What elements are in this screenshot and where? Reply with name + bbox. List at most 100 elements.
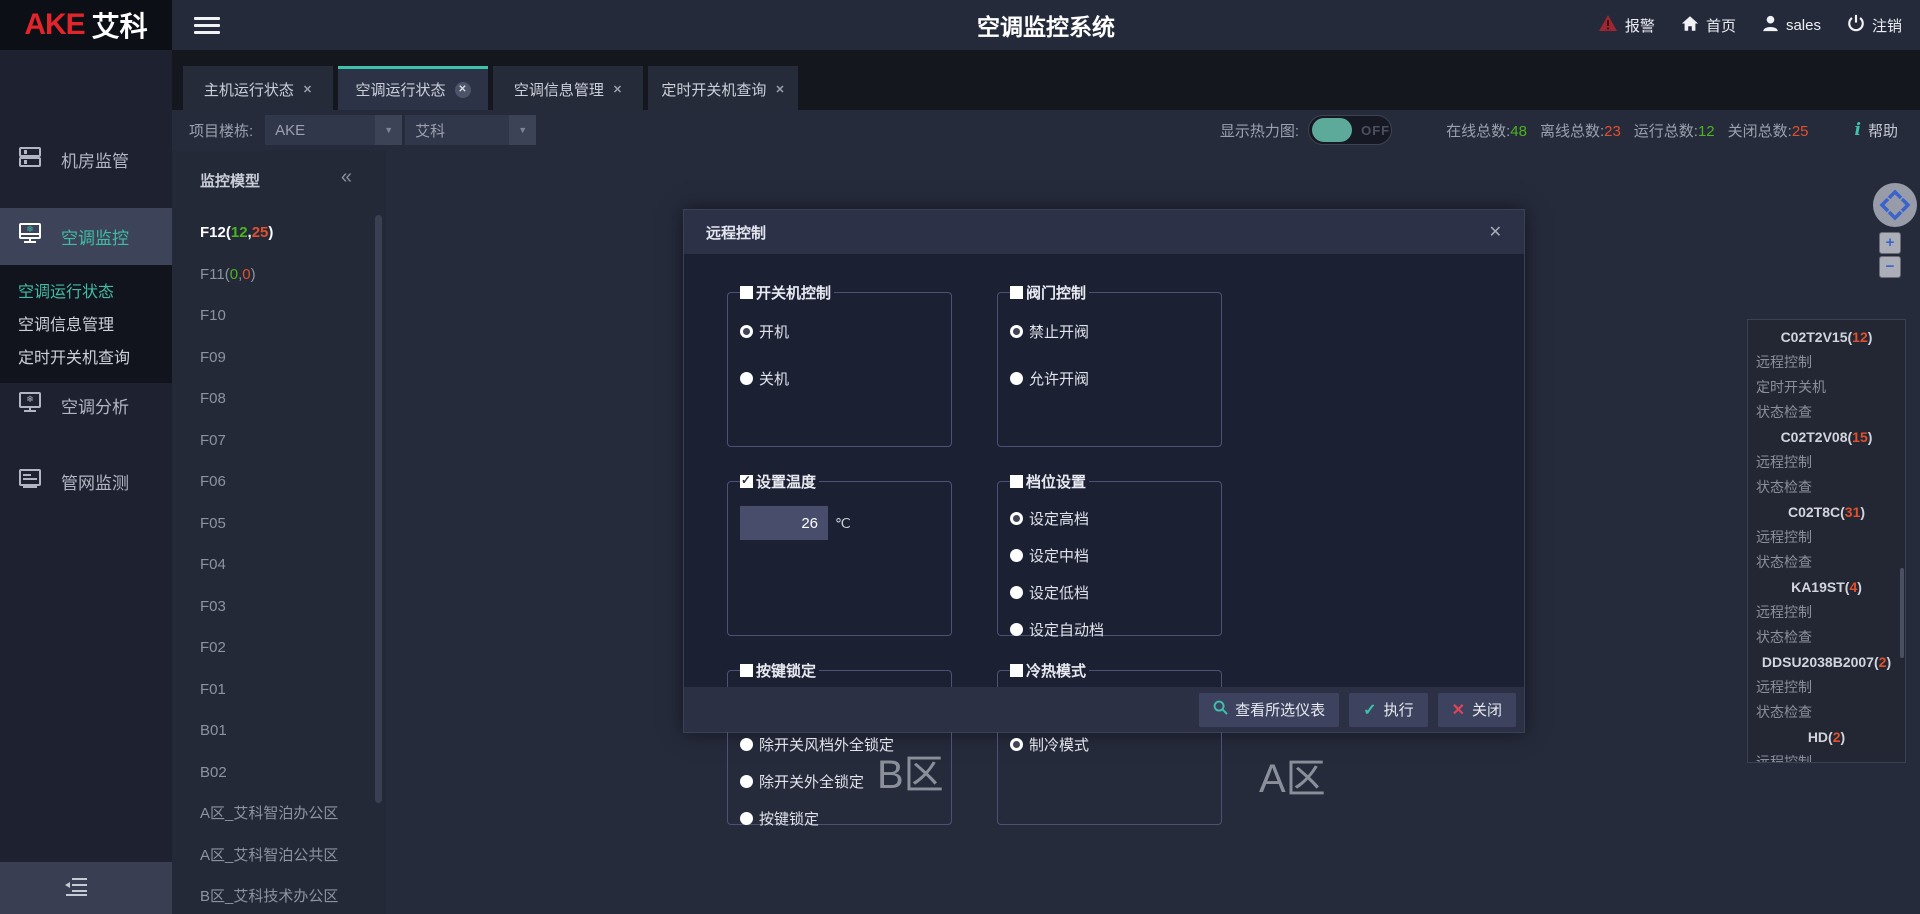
radio-icon[interactable]: [1010, 623, 1023, 636]
tab-ac-running-status[interactable]: 空调运行状态 ✕: [338, 66, 488, 110]
group-checkbox[interactable]: [1010, 475, 1023, 488]
floor-item-f08[interactable]: F08: [172, 378, 386, 420]
floor-item-f02[interactable]: F02: [172, 627, 386, 669]
floor-item-f11[interactable]: F11(0,0): [172, 254, 386, 296]
radio-valve-forbid[interactable]: 禁止开阀: [1010, 321, 1211, 342]
radio-power-on[interactable]: 开机: [740, 321, 941, 342]
floor-item-bzone-tech[interactable]: B区_艾科技术办公区: [172, 876, 386, 914]
radio-icon[interactable]: [740, 372, 753, 385]
sidebar-item-pipe-network[interactable]: 管网监测: [0, 451, 172, 511]
radio-speed-high[interactable]: 设定高档: [1010, 508, 1211, 529]
tab-host-running-status[interactable]: 主机运行状态 ✕: [183, 66, 333, 110]
tab-ac-info-management[interactable]: 空调信息管理 ✕: [493, 66, 643, 110]
device-link-status-check[interactable]: 状态检查: [1748, 550, 1905, 575]
close-icon[interactable]: ✕: [1489, 222, 1502, 242]
radio-speed-auto[interactable]: 设定自动档: [1010, 619, 1211, 640]
radio-speed-mid[interactable]: 设定中档: [1010, 545, 1211, 566]
radio-icon[interactable]: [740, 775, 753, 788]
group-checkbox[interactable]: [1010, 286, 1023, 299]
project-dropdown-value: AKE: [265, 122, 305, 139]
radio-icon[interactable]: [1010, 549, 1023, 562]
floor-item-f04[interactable]: F04: [172, 544, 386, 586]
submenu-item-ac-info-management[interactable]: 空调信息管理: [0, 309, 172, 342]
radio-valve-allow[interactable]: 允许开阀: [1010, 368, 1211, 389]
floor-item-azone-public[interactable]: A区_艾科智泊公共区: [172, 835, 386, 877]
zoom-out-button[interactable]: −: [1879, 256, 1901, 278]
hamburger-menu-icon[interactable]: [194, 13, 220, 38]
help-button[interactable]: i 帮助: [1855, 120, 1898, 141]
collapse-menu-icon[interactable]: [64, 876, 88, 901]
device-link-remote-control[interactable]: 远程控制: [1748, 675, 1905, 700]
device-link-status-check[interactable]: 状态检查: [1748, 400, 1905, 425]
device-link-remote-control[interactable]: 远程控制: [1748, 750, 1905, 763]
radio-icon[interactable]: [1010, 738, 1023, 751]
group-checkbox[interactable]: [740, 664, 753, 677]
device-link-status-check[interactable]: 状态检查: [1748, 700, 1905, 725]
logout-button[interactable]: 注销: [1847, 14, 1902, 36]
tab-close-icon[interactable]: ✕: [303, 83, 312, 96]
floor-item-f05[interactable]: F05: [172, 503, 386, 545]
device-link-remote-control[interactable]: 远程控制: [1748, 525, 1905, 550]
view-selected-meters-button[interactable]: 查看所选仪表: [1199, 693, 1339, 727]
user-button[interactable]: sales: [1762, 15, 1821, 36]
tab-close-icon[interactable]: ✕: [775, 83, 784, 96]
floor-scrollbar[interactable]: [375, 215, 382, 803]
group-checkbox[interactable]: [1010, 664, 1023, 677]
device-link-timer[interactable]: 定时开关机: [1748, 375, 1905, 400]
tab-close-icon[interactable]: ✕: [613, 83, 622, 96]
pan-compass-control[interactable]: [1872, 182, 1918, 233]
radio-icon[interactable]: [740, 325, 753, 338]
device-header: C02T2V15(12): [1748, 325, 1905, 350]
building-dropdown[interactable]: 艾科 ▼: [405, 115, 536, 145]
radio-speed-low[interactable]: 设定低档: [1010, 582, 1211, 603]
radio-icon[interactable]: [740, 738, 753, 751]
submenu-item-timer-query[interactable]: 定时开关机查询: [0, 342, 172, 375]
floor-item-b02[interactable]: B02: [172, 752, 386, 794]
tab-timer-query[interactable]: 定时开关机查询 ✕: [648, 66, 798, 110]
submenu-item-ac-running-status[interactable]: 空调运行状态: [0, 276, 172, 309]
project-dropdown[interactable]: AKE ▼: [265, 115, 402, 145]
home-button[interactable]: 首页: [1681, 15, 1736, 36]
remote-control-dialog: 远程控制 ✕ 开关机控制 开机 关机 阀门控制 禁止开阀 允许开阀: [683, 209, 1525, 733]
radio-icon[interactable]: [1010, 325, 1023, 338]
floor-item-f09[interactable]: F09: [172, 337, 386, 379]
close-button[interactable]: ✕ 关闭: [1438, 693, 1516, 727]
building-filter-label: 项目楼栋:: [189, 120, 253, 141]
radio-icon[interactable]: [1010, 372, 1023, 385]
device-link-remote-control[interactable]: 远程控制: [1748, 350, 1905, 375]
heatmap-toggle[interactable]: OFF: [1308, 115, 1392, 145]
floor-item-azone-office[interactable]: A区_艾科智泊办公区: [172, 793, 386, 835]
group-checkbox[interactable]: [740, 286, 753, 299]
radio-power-off[interactable]: 关机: [740, 368, 941, 389]
floor-item-f10[interactable]: F10: [172, 295, 386, 337]
radio-lock-except-switch-fan[interactable]: 除开关风档外全锁定: [740, 734, 941, 755]
radio-icon[interactable]: [1010, 512, 1023, 525]
radio-icon[interactable]: [1010, 586, 1023, 599]
zoom-in-button[interactable]: +: [1879, 232, 1901, 254]
sidebar-item-ac-monitor[interactable]: ❄ 空调监控: [0, 208, 172, 265]
floor-item-f12[interactable]: F12(12,25): [172, 212, 386, 254]
floor-item-f07[interactable]: F07: [172, 420, 386, 462]
device-link-remote-control[interactable]: 远程控制: [1748, 600, 1905, 625]
radio-key-lock[interactable]: 按键锁定: [740, 808, 941, 829]
floor-item-f03[interactable]: F03: [172, 586, 386, 628]
group-checkbox[interactable]: [740, 475, 753, 488]
device-link-status-check[interactable]: 状态检查: [1748, 475, 1905, 500]
radio-icon[interactable]: [740, 812, 753, 825]
floor-item-b01[interactable]: B01: [172, 710, 386, 752]
collapse-panel-icon[interactable]: «: [341, 166, 352, 189]
floor-item-f01[interactable]: F01: [172, 669, 386, 711]
floor-item-f06[interactable]: F06: [172, 461, 386, 503]
device-panel-scrollbar[interactable]: [1900, 568, 1904, 658]
sidebar-item-ac-analysis[interactable]: ❄ 空调分析: [0, 375, 172, 435]
device-link-remote-control[interactable]: 远程控制: [1748, 450, 1905, 475]
radio-lock-except-switch[interactable]: 除开关外全锁定: [740, 771, 941, 792]
execute-button[interactable]: ✓ 执行: [1349, 693, 1427, 727]
radio-cool-mode[interactable]: 制冷模式: [1010, 734, 1211, 755]
sidebar-item-machine-room[interactable]: 机房监管: [0, 128, 172, 190]
device-link-status-check[interactable]: 状态检查: [1748, 625, 1905, 650]
temperature-input[interactable]: [740, 506, 828, 540]
device-panel: C02T2V15(12) 远程控制 定时开关机 状态检查 C02T2V08(15…: [1747, 319, 1906, 763]
alarm-button[interactable]: 报警: [1598, 14, 1655, 36]
tab-close-icon[interactable]: ✕: [455, 82, 471, 98]
